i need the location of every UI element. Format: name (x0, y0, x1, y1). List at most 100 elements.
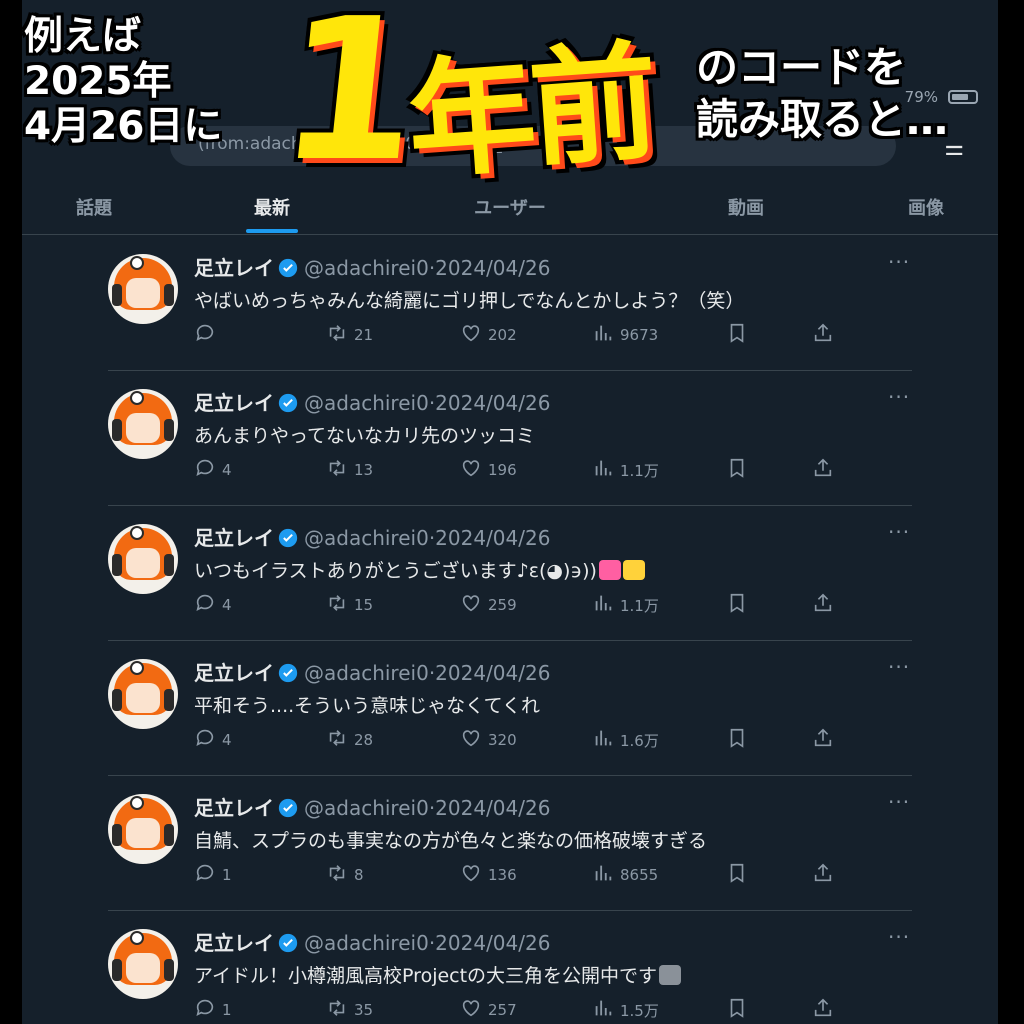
display-name[interactable]: 足立レイ (194, 796, 274, 820)
search-tabs: 話題 最新 ユーザー 動画 画像 (22, 184, 998, 235)
retweet-count: 35 (354, 1001, 374, 1019)
like-button[interactable]: 320 (460, 727, 517, 753)
reply-button[interactable]: 1 (194, 997, 232, 1023)
views-icon (592, 322, 614, 348)
bookmark-button[interactable] (726, 457, 748, 483)
avatar[interactable] (108, 254, 178, 324)
like-button[interactable]: 136 (460, 862, 517, 888)
retweet-count: 15 (354, 596, 374, 614)
tweet[interactable]: 足立レイ @adachirei0·2024/04/26 ··· アイドル！小樽潮風… (22, 911, 998, 1024)
tweet-date[interactable]: 2024/04/26 (435, 391, 550, 415)
more-options-icon[interactable]: ··· (888, 925, 910, 949)
retweet-button[interactable]: 28 (326, 727, 373, 753)
bookmark-button[interactable] (726, 322, 748, 348)
views-icon (592, 862, 614, 888)
banner-left-line: 4月26日に (24, 104, 223, 149)
retweet-button[interactable]: 15 (326, 592, 373, 618)
tweet-date[interactable]: 2024/04/26 (435, 796, 550, 820)
tab-videos[interactable]: 動画 (728, 194, 764, 220)
reply-button[interactable]: 1 (194, 862, 232, 888)
avatar[interactable] (108, 389, 178, 459)
like-button[interactable]: 202 (460, 322, 517, 348)
more-options-icon[interactable]: ··· (888, 655, 910, 679)
display-name[interactable]: 足立レイ (194, 526, 274, 550)
display-name[interactable]: 足立レイ (194, 391, 274, 415)
tab-images[interactable]: 画像 (908, 194, 944, 220)
banner-left-caption: 例えば 2025年 4月26日に (24, 14, 222, 149)
avatar[interactable] (108, 794, 178, 864)
more-options-icon[interactable]: ··· (888, 250, 910, 274)
avatar[interactable] (108, 524, 178, 594)
share-button[interactable] (812, 457, 834, 483)
retweet-button[interactable]: 21 (326, 322, 373, 348)
avatar-headphone (112, 419, 122, 441)
display-name[interactable]: 足立レイ (194, 256, 274, 280)
tab-topics[interactable]: 話題 (76, 194, 112, 220)
like-button[interactable]: 257 (460, 997, 517, 1023)
display-name[interactable]: 足立レイ (194, 931, 274, 955)
tweet-date[interactable]: 2024/04/26 (435, 256, 550, 280)
views-button[interactable]: 8655 (592, 862, 658, 888)
bookmark-button[interactable] (726, 997, 748, 1023)
verified-badge-icon (274, 931, 304, 955)
avatar[interactable] (108, 929, 178, 999)
like-button[interactable]: 259 (460, 592, 517, 618)
share-button[interactable] (812, 862, 834, 888)
views-button[interactable]: 1.1万 (592, 592, 659, 618)
reply-button[interactable]: 4 (194, 592, 232, 618)
share-button[interactable] (812, 727, 834, 753)
view-count: 1.6万 (620, 731, 659, 750)
retweet-button[interactable]: 8 (326, 862, 364, 888)
tweet-date[interactable]: 2024/04/26 (435, 931, 550, 955)
views-button[interactable]: 1.6万 (592, 727, 659, 753)
user-handle[interactable]: @adachirei0 (304, 796, 429, 820)
tweet[interactable]: 足立レイ @adachirei0·2024/04/26 ··· いつもイラストあり… (22, 506, 998, 641)
tweet-date[interactable]: 2024/04/26 (435, 661, 550, 685)
reply-button[interactable] (194, 322, 222, 348)
user-handle[interactable]: @adachirei0 (304, 391, 429, 415)
reply-button[interactable]: 4 (194, 727, 232, 753)
heart-emoji (598, 560, 621, 580)
more-options-icon[interactable]: ··· (888, 790, 910, 814)
tweet-actions: 4 28 320 1.6万 (194, 727, 874, 753)
avatar-headphone (164, 284, 174, 306)
avatar[interactable] (108, 659, 178, 729)
views-button[interactable]: 1.1万 (592, 457, 659, 483)
retweet-button[interactable]: 35 (326, 997, 373, 1023)
views-icon (592, 592, 614, 618)
views-button[interactable]: 9673 (592, 322, 658, 348)
avatar-headphone (112, 824, 122, 846)
user-handle[interactable]: @adachirei0 (304, 661, 429, 685)
tab-users[interactable]: ユーザー (474, 194, 546, 220)
share-button[interactable] (812, 592, 834, 618)
heart-icon (460, 592, 482, 618)
bookmark-button[interactable] (726, 862, 748, 888)
reply-button[interactable]: 4 (194, 457, 232, 483)
tweet[interactable]: 足立レイ @adachirei0·2024/04/26 ··· 自鯖、スプラのも事… (22, 776, 998, 911)
tweet-date[interactable]: 2024/04/26 (435, 526, 550, 550)
tweet[interactable]: 足立レイ @adachirei0·2024/04/26 ··· 平和そう....そ… (22, 641, 998, 776)
tweet[interactable]: 足立レイ @adachirei0·2024/04/26 ··· やばいめっちゃみん… (22, 236, 998, 371)
bookmark-button[interactable] (726, 592, 748, 618)
bookmark-button[interactable] (726, 727, 748, 753)
tweet[interactable]: 足立レイ @adachirei0·2024/04/26 ··· あんまりやってない… (22, 371, 998, 506)
user-handle[interactable]: @adachirei0 (304, 526, 429, 550)
share-button[interactable] (812, 322, 834, 348)
tweet-header: 足立レイ @adachirei0·2024/04/26 (194, 522, 550, 551)
tweet-actions: 4 15 259 1.1万 (194, 592, 874, 618)
display-name[interactable]: 足立レイ (194, 661, 274, 685)
retweet-button[interactable]: 13 (326, 457, 373, 483)
retweet-count: 21 (354, 326, 374, 344)
avatar-headphone (164, 419, 174, 441)
share-button[interactable] (812, 997, 834, 1023)
more-options-icon[interactable]: ··· (888, 385, 910, 409)
more-options-icon[interactable]: ··· (888, 520, 910, 544)
banner-big-ago: 前 (524, 27, 664, 186)
avatar-headphone (164, 689, 174, 711)
user-handle[interactable]: @adachirei0 (304, 931, 429, 955)
like-button[interactable]: 196 (460, 457, 517, 483)
user-handle[interactable]: @adachirei0 (304, 256, 429, 280)
views-button[interactable]: 1.5万 (592, 997, 659, 1023)
like-count: 196 (488, 461, 517, 479)
views-icon (592, 997, 614, 1023)
